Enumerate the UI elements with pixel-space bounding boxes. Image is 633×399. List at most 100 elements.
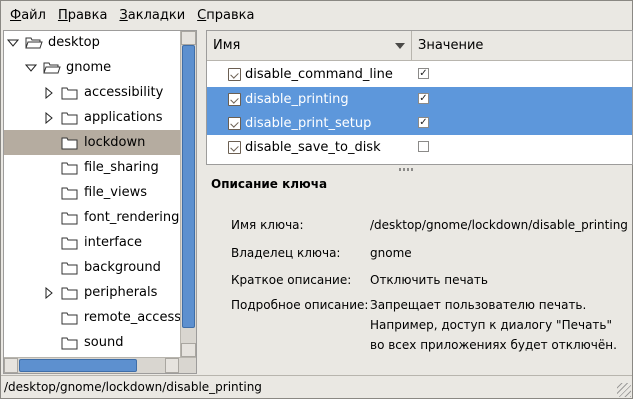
tree-item-remote-access[interactable]: remote_access (4, 305, 181, 330)
tree-horizontal-scroll-thumb[interactable] (19, 359, 137, 372)
tree-item-file-views[interactable]: file_views (4, 180, 181, 205)
expander-placeholder (43, 187, 55, 199)
tree-item-lockdown[interactable]: lockdown (4, 130, 181, 155)
expander-collapsed-icon[interactable] (43, 286, 55, 299)
long-description-value: Запрещает пользователю печать. Например,… (370, 295, 617, 355)
key-row-disable-command-line[interactable]: disable_command_line ✓ (207, 62, 632, 86)
folder-icon (61, 261, 79, 275)
tree-item-label: accessibility (84, 85, 164, 100)
key-name: disable_print_setup (245, 115, 372, 131)
tree-item-peripherals[interactable]: peripherals (4, 280, 181, 305)
key-row-disable-print-setup[interactable]: disable_print_setup ✓ (207, 111, 632, 135)
directory-tree-panel: desktop gnome accessibility applications loc… (3, 30, 197, 374)
key-owner-label: Владелец ключа: (231, 246, 341, 260)
long-description-line: Например, доступ к диалогу "Печать" (370, 318, 613, 332)
key-value-checkbox[interactable]: ✓ (418, 68, 429, 79)
boolean-key-icon (228, 67, 241, 81)
menu-edit[interactable]: Правка (52, 1, 113, 30)
tree-item-accessibility[interactable]: accessibility (4, 80, 181, 105)
folder-open-icon (43, 61, 61, 75)
gconf-editor-window: Файл Правка Закладки Справка desktop gnom… (0, 0, 633, 399)
key-value-checkbox[interactable]: ✓ (418, 117, 429, 128)
pane-resize-handle[interactable] (399, 168, 413, 171)
column-header-value[interactable]: Значение (412, 31, 483, 60)
expander-collapsed-icon[interactable] (43, 111, 55, 124)
folder-icon (61, 111, 79, 125)
tree-item-applications[interactable]: applications (4, 105, 181, 130)
folder-icon (61, 86, 79, 100)
tree-item-background[interactable]: background (4, 255, 181, 280)
key-row-disable-save-to-disk[interactable]: disable_save_to_disk (207, 135, 632, 159)
scroll-right-arrow-icon[interactable] (165, 358, 179, 373)
menu-file[interactable]: Файл (4, 1, 52, 30)
expander-placeholder (43, 337, 55, 349)
key-list-header: Имя Значение (207, 31, 632, 61)
tree-item-desktop[interactable]: desktop (4, 31, 181, 55)
folder-icon (61, 236, 79, 250)
key-owner-value: gnome (370, 246, 412, 260)
long-description-line: Запрещает пользователю печать. (370, 298, 587, 312)
folder-icon (61, 136, 79, 150)
sort-descending-icon (395, 43, 405, 49)
boolean-key-icon (228, 116, 241, 130)
menu-help[interactable]: Справка (191, 1, 260, 30)
tree-vertical-scroll-thumb[interactable] (182, 45, 195, 328)
tree-item-label: remote_access (83, 310, 181, 325)
key-name: disable_printing (245, 91, 349, 107)
tree-item-font-rendering[interactable]: font_rendering (4, 205, 181, 230)
tree-item-label: applications (84, 110, 163, 125)
expander-expanded-icon[interactable] (6, 37, 20, 49)
expander-placeholder (43, 212, 55, 224)
window-resize-grip-icon[interactable] (617, 383, 631, 397)
short-description-label: Краткое описание: (231, 273, 352, 287)
menu-bookmarks[interactable]: Закладки (113, 1, 191, 30)
tree-item-interface[interactable]: interface (4, 230, 181, 255)
statusbar-path: /desktop/gnome/lockdown/disable_printing (4, 380, 262, 394)
expander-placeholder (43, 312, 55, 324)
key-list-panel: Имя Значение disable_command_line ✓ disabl… (206, 30, 633, 165)
tree-item-file-sharing[interactable]: file_sharing (4, 155, 181, 180)
folder-icon (61, 286, 79, 300)
folder-icon (61, 186, 79, 200)
key-description-title: Описание ключа (211, 177, 328, 191)
boolean-key-icon (228, 92, 241, 106)
expander-placeholder (43, 137, 55, 149)
expander-placeholder (43, 237, 55, 249)
boolean-key-icon (228, 140, 241, 154)
key-name: disable_save_to_disk (245, 139, 381, 155)
folder-icon (61, 211, 79, 225)
menubar: Файл Правка Закладки Справка (1, 1, 632, 30)
expander-placeholder (43, 262, 55, 274)
tree-item-label: interface (84, 235, 142, 250)
tree-item-label: gnome (66, 60, 112, 75)
key-row-disable-printing[interactable]: disable_printing ✓ (207, 87, 632, 111)
folder-open-icon (25, 36, 43, 50)
tree-item-sound[interactable]: sound (4, 330, 181, 355)
key-name: disable_command_line (245, 66, 393, 82)
tree-item-label: desktop (48, 35, 100, 50)
scroll-up-arrow-icon[interactable] (181, 31, 196, 45)
scroll-down-arrow-icon[interactable] (181, 343, 196, 357)
tree-item-gnome[interactable]: gnome (4, 55, 181, 80)
key-name-value: /desktop/gnome/lockdown/disable_printing (370, 218, 628, 232)
short-description-value: Отключить печать (370, 273, 488, 287)
key-name-label: Имя ключа: (231, 218, 304, 232)
tree-item-label: background (84, 260, 161, 275)
tree-horizontal-scrollbar[interactable] (4, 357, 196, 373)
scroll-left-arrow-icon[interactable] (4, 358, 18, 373)
tree-item-label: font_rendering (84, 210, 180, 225)
folder-icon (61, 161, 79, 175)
statusbar: /desktop/gnome/lockdown/disable_printing (1, 375, 632, 398)
expander-placeholder (43, 162, 55, 174)
long-description-line: во всех приложениях будет отключён. (370, 338, 617, 352)
key-value-checkbox[interactable]: ✓ (418, 93, 429, 104)
tree-item-label: sound (84, 335, 124, 350)
key-value-checkbox[interactable] (418, 141, 429, 152)
tree-vertical-scrollbar[interactable] (180, 31, 196, 357)
expander-expanded-icon[interactable] (24, 62, 38, 74)
tree-item-label: lockdown (84, 135, 146, 150)
directory-tree: desktop gnome accessibility applications loc… (4, 31, 181, 357)
expander-collapsed-icon[interactable] (43, 86, 55, 99)
tree-item-label: file_views (84, 185, 148, 200)
column-header-name[interactable]: Имя (207, 31, 412, 60)
